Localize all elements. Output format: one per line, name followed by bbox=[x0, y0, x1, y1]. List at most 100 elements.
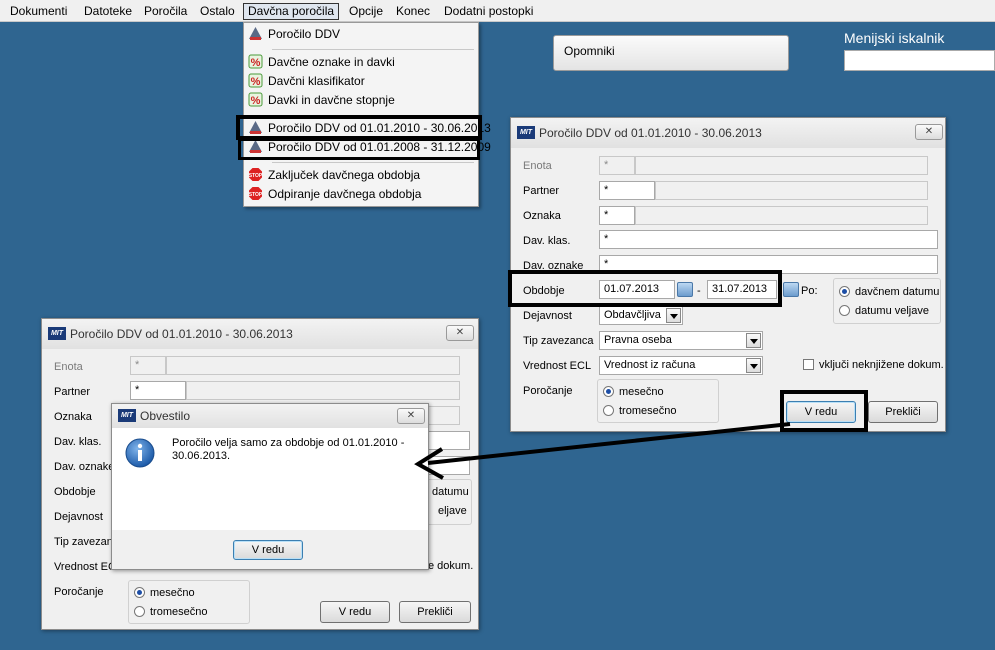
menu-datoteke[interactable]: Datoteke bbox=[80, 3, 136, 20]
menu-bar: Dokumenti Datoteke Poročila Ostalo Davčn… bbox=[0, 0, 995, 22]
radio-mesecno[interactable]: mesečno bbox=[134, 587, 195, 599]
label-partner: Partner bbox=[54, 386, 91, 398]
vrednost-ecl-select[interactable]: Vrednost iz računa bbox=[599, 356, 763, 375]
dd-label: Davčne oznake in davki bbox=[268, 55, 395, 69]
radio-label-partial: eljave bbox=[438, 505, 467, 517]
label-porocanje: Poročanje bbox=[54, 586, 104, 598]
radio-mesecno[interactable]: mesečno bbox=[603, 386, 664, 398]
notice-ok-button[interactable]: V redu bbox=[233, 540, 303, 560]
stop-icon: STOP bbox=[249, 168, 263, 181]
dd-label: Davki in davčne stopnje bbox=[268, 93, 395, 107]
svg-text:%: % bbox=[251, 95, 261, 107]
radio-label: davčnem datumu bbox=[855, 286, 940, 298]
ok-button[interactable]: V redu bbox=[320, 601, 390, 623]
menu-porocila[interactable]: Poročila bbox=[140, 3, 191, 20]
label-enota: Enota bbox=[523, 160, 552, 172]
dd-davcne-oznake[interactable]: % Davčne oznake in davki bbox=[248, 53, 395, 72]
menu-opcije[interactable]: Opcije bbox=[345, 3, 387, 20]
label-dejavnost: Dejavnost bbox=[523, 310, 572, 322]
cancel-button[interactable]: Prekliči bbox=[399, 601, 471, 623]
cancel-button[interactable]: Prekliči bbox=[868, 401, 938, 423]
radio-davcnem-datumu[interactable]: davčnem datumu bbox=[839, 286, 939, 298]
radio-dot bbox=[134, 587, 145, 598]
tip-zavezanca-select[interactable]: Pravna oseba bbox=[599, 331, 763, 350]
dav-klas-field[interactable] bbox=[422, 431, 470, 450]
mit-logo-icon: MIT bbox=[118, 409, 136, 422]
select-value: Vrednost iz računa bbox=[604, 359, 696, 371]
oznaka-code-field[interactable]: * bbox=[599, 206, 635, 225]
label-dav-klas: Dav. klas. bbox=[523, 235, 571, 247]
chevron-down-icon bbox=[746, 358, 761, 373]
dejavnost-select[interactable]: Obdavčljiva bbox=[599, 306, 683, 325]
dd-davki-stopnje[interactable]: % Davki in davčne stopnje bbox=[248, 91, 395, 110]
dd-label: Odpiranje davčnega obdobja bbox=[268, 187, 422, 201]
close-button[interactable]: ✕ bbox=[915, 124, 943, 140]
radio-dot bbox=[839, 286, 850, 297]
partner-code-field[interactable]: * bbox=[599, 181, 655, 200]
separator bbox=[272, 49, 474, 50]
enota-name-field bbox=[166, 356, 460, 375]
mit-logo-icon: MIT bbox=[48, 327, 66, 340]
separator bbox=[272, 162, 474, 163]
dd-davcni-klasifikator[interactable]: % Davčni klasifikator bbox=[248, 72, 365, 91]
radio-tromesecno[interactable]: tromesečno bbox=[134, 606, 207, 618]
menu-davcna-porocila[interactable]: Davčna poročila bbox=[243, 3, 340, 20]
checkbox-box bbox=[803, 359, 814, 370]
label-dav-oznake: Dav. oznake bbox=[54, 461, 115, 473]
radio-datumu-veljave[interactable]: datumu veljave bbox=[839, 305, 929, 317]
stop-icon: STOP bbox=[249, 187, 263, 200]
opomniki-button[interactable]: Opomniki bbox=[553, 35, 789, 71]
label-enota: Enota bbox=[54, 361, 83, 373]
close-button[interactable]: ✕ bbox=[446, 325, 474, 341]
radio-tromesecno[interactable]: tromesečno bbox=[603, 405, 676, 417]
dd-zakljucek[interactable]: STOP Zaključek davčnega obdobja bbox=[248, 166, 420, 185]
radio-dot bbox=[839, 305, 850, 316]
close-button[interactable]: ✕ bbox=[397, 408, 425, 424]
menu-search-input[interactable] bbox=[844, 50, 995, 71]
notice-message: Poročilo velja samo za obdobje od 01.01.… bbox=[172, 437, 405, 462]
vkljuci-neknjizene-checkbox[interactable]: vključi neknjižene dokum. bbox=[803, 359, 944, 371]
select-value: Pravna oseba bbox=[604, 334, 672, 346]
dialog-titlebar: MIT Poročilo DDV od 01.01.2010 - 30.06.2… bbox=[42, 319, 478, 349]
partner-name-field bbox=[186, 381, 460, 400]
menu-ostalo[interactable]: Ostalo bbox=[196, 3, 239, 20]
menu-dokumenti[interactable]: Dokumenti bbox=[6, 3, 71, 20]
oznaka-name-field bbox=[635, 206, 928, 225]
percent-icon: % bbox=[248, 54, 263, 69]
dialog-titlebar: MIT Poročilo DDV od 01.01.2010 - 30.06.2… bbox=[511, 118, 945, 148]
dialog-titlebar: MIT Obvestilo ✕ bbox=[112, 404, 428, 428]
dav-klas-field[interactable]: * bbox=[599, 230, 938, 249]
dd-label: Poročilo DDV bbox=[268, 27, 341, 41]
enota-code-field[interactable]: * bbox=[130, 356, 166, 375]
label-tip-zavezanca: Tip zavezan bbox=[54, 536, 113, 548]
radio-label: datumu veljave bbox=[855, 305, 929, 317]
label-oznaka: Oznaka bbox=[523, 210, 561, 222]
dd-label: Davčni klasifikator bbox=[268, 74, 365, 88]
enota-code-field[interactable]: * bbox=[599, 156, 635, 175]
dd-porocilo-ddv[interactable]: Poročilo DDV bbox=[248, 25, 340, 44]
radio-label: mesečno bbox=[619, 386, 664, 398]
menu-dodatni-postopki[interactable]: Dodatni postopki bbox=[440, 3, 537, 20]
radio-label: tromesečno bbox=[619, 405, 677, 417]
svg-text:%: % bbox=[251, 76, 261, 88]
chevron-down-icon bbox=[666, 308, 681, 323]
label-partner: Partner bbox=[523, 185, 560, 197]
label-tip-zavezanca: Tip zavezanca bbox=[523, 335, 594, 347]
annotation-highlight bbox=[780, 390, 868, 432]
label-dav-klas: Dav. klas. bbox=[54, 436, 102, 448]
annotation-highlight bbox=[508, 270, 782, 307]
partner-code-field[interactable]: * bbox=[130, 381, 186, 400]
radio-dot bbox=[603, 386, 614, 397]
dav-oznake-field[interactable] bbox=[422, 456, 470, 475]
label-po: Po: bbox=[801, 285, 818, 297]
dd-odpiranje[interactable]: STOP Odpiranje davčnega obdobja bbox=[248, 185, 421, 204]
menu-konec[interactable]: Konec bbox=[392, 3, 434, 20]
checkbox-label-partial: e dokum. bbox=[428, 560, 474, 572]
label-dejavnost: Dejavnost bbox=[54, 511, 103, 523]
radio-dot bbox=[134, 606, 145, 617]
dialog-title: Poročilo DDV od 01.01.2010 - 30.06.2013 bbox=[70, 327, 293, 341]
report-icon bbox=[249, 27, 262, 40]
calendar-icon[interactable] bbox=[783, 282, 799, 297]
radio-label-partial: datumu bbox=[432, 486, 469, 498]
dd-label: Zaključek davčnega obdobja bbox=[268, 168, 421, 182]
